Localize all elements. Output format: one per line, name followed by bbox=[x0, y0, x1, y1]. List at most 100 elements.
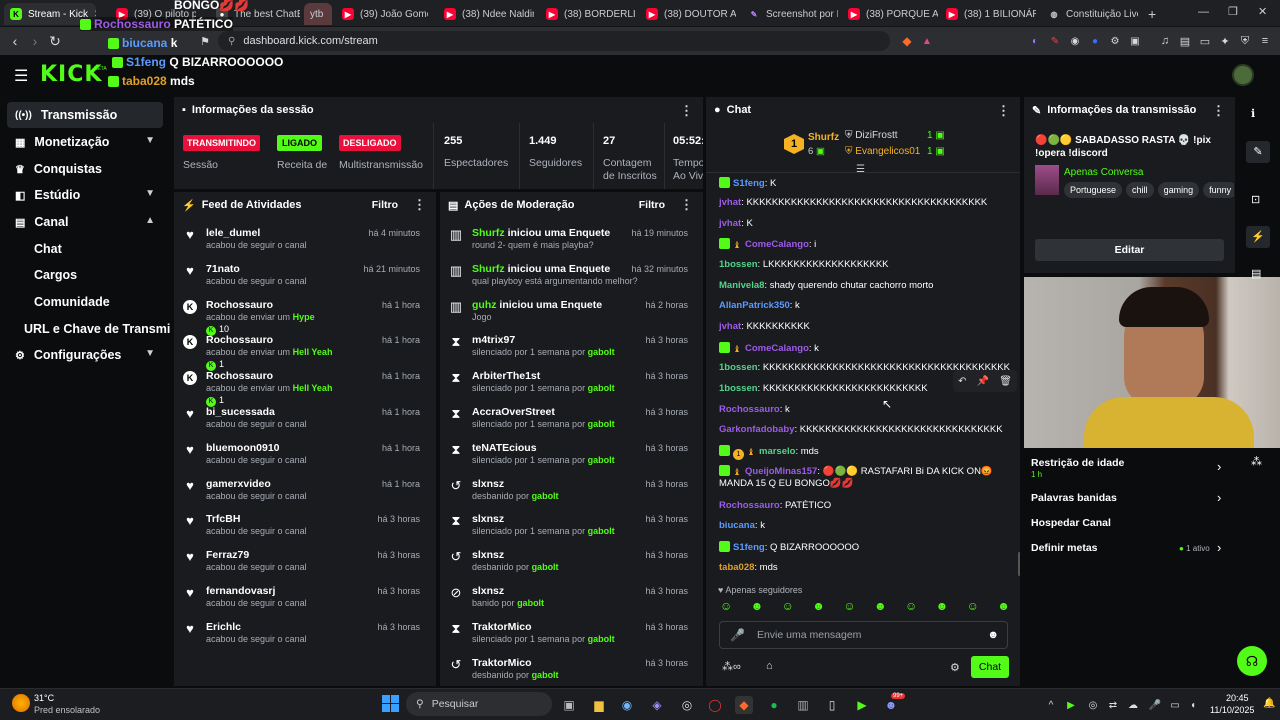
moderation-user[interactable]: m4trix97 bbox=[472, 334, 515, 346]
emote-icon[interactable]: ☺ bbox=[782, 599, 794, 615]
chat-message[interactable]: 1bossen: KKKKKKKKKKKKKKKKKKKKKKKKKKKKKKK… bbox=[719, 362, 1010, 374]
chat-username[interactable]: S1feng bbox=[733, 178, 765, 189]
more-options-icon[interactable]: ⋮ bbox=[680, 103, 693, 119]
chat-message[interactable]: jvhat: KKKKKKKKKKKKKKKKKKKKKKKKKKKKKKKKK… bbox=[719, 197, 987, 209]
activity-user[interactable]: gamerxvideo bbox=[206, 478, 271, 490]
chat-message[interactable]: Rochossauro: k bbox=[719, 404, 790, 416]
bolt-icon[interactable]: ⚡ bbox=[1246, 226, 1270, 248]
filter-button[interactable]: Filtro bbox=[639, 199, 665, 211]
file-explorer-icon[interactable]: ▆ bbox=[590, 696, 608, 714]
tray-app-icon[interactable]: ☁ bbox=[1124, 696, 1142, 714]
moderation-user[interactable]: TraktorMico bbox=[472, 621, 532, 633]
chat-message[interactable]: AllanPatrick350: k bbox=[719, 300, 800, 312]
chat-username[interactable]: jvhat bbox=[719, 197, 741, 208]
leo-icon[interactable]: ✦ bbox=[1216, 32, 1234, 50]
activity-user[interactable]: Erichlc bbox=[206, 621, 241, 633]
moderation-user[interactable]: TraktorMico bbox=[472, 657, 532, 669]
kick-studio-icon[interactable]: ▶ bbox=[853, 696, 871, 714]
expand-leaderboard-icon[interactable]: ☰ bbox=[856, 164, 865, 175]
tray-app-icon[interactable]: ⇄ bbox=[1104, 696, 1122, 714]
moderation-user[interactable]: Shurfz bbox=[472, 263, 505, 275]
activity-row[interactable]: K Rochossauro há 1 hora acabou de enviar um… bbox=[174, 366, 430, 408]
moderation-row[interactable]: ⧗ slxnsz há 3 horas silenciado por 1 semana… bbox=[440, 509, 698, 545]
chat-username[interactable]: 1bossen bbox=[719, 383, 758, 394]
forward-icon[interactable]: › bbox=[26, 32, 44, 50]
chat-message[interactable]: ♝ ComeCalango: k bbox=[719, 342, 819, 355]
pencil-icon[interactable]: ✎ bbox=[1246, 141, 1270, 163]
moderation-row[interactable]: ↺ slxnsz há 3 horas desbanido por gabolt bbox=[440, 545, 698, 581]
site-info-icon[interactable]: ⚲ bbox=[228, 36, 235, 47]
tab-youtube[interactable]: ▶ (38) PORQUE AVIÃ bbox=[842, 3, 938, 25]
chat-message[interactable]: 1 ♝ marselo: mds bbox=[719, 445, 819, 460]
moderation-row[interactable]: ⧗ ArbiterThe1st há 3 horas silenciado por 1… bbox=[440, 366, 698, 402]
emote-icon[interactable]: ☻ bbox=[936, 599, 949, 615]
activity-user[interactable]: fernandovasrj bbox=[206, 585, 275, 597]
chat-message[interactable]: 1bossen: KKKKKKKKKKKKKKKKKKKKKKKKKK bbox=[719, 383, 928, 395]
chat-input[interactable]: 🎤 Envie uma mensagem ☻ bbox=[719, 621, 1008, 649]
taskbar-search[interactable]: ⚲ Pesquisar bbox=[406, 692, 552, 716]
activity-row[interactable]: K Rochossauro há 1 hora acabou de enviar um… bbox=[174, 330, 430, 372]
moderator-name[interactable]: gabolt bbox=[532, 491, 559, 501]
moderation-user[interactable]: guhz bbox=[472, 299, 497, 311]
chat-username[interactable]: Manivela8 bbox=[719, 280, 764, 291]
chat-message[interactable]: jvhat: K bbox=[719, 218, 753, 230]
sidebar-item-monetizacao[interactable]: ▦ Monetização ▼ bbox=[7, 129, 163, 155]
chevron-up-icon[interactable]: ^ bbox=[1042, 696, 1060, 714]
chevron-right-icon[interactable]: › bbox=[1217, 459, 1221, 474]
tray-app-icon[interactable]: ▶ bbox=[1062, 696, 1080, 714]
emote-icon[interactable]: ☻ bbox=[812, 599, 825, 615]
emote-icon[interactable]: ☺ bbox=[720, 599, 732, 615]
activity-user[interactable]: Rochossauro bbox=[206, 299, 273, 311]
activity-user[interactable]: Rochossauro bbox=[206, 370, 273, 382]
sidebar-item-transmissao[interactable]: ((•)) Transmissão bbox=[7, 102, 163, 128]
chat-username[interactable]: S1feng bbox=[733, 542, 765, 553]
chat-username[interactable]: biucana bbox=[719, 520, 755, 531]
add-widget-icon[interactable]: ⁂ bbox=[1251, 455, 1262, 468]
emoji-icon[interactable]: ☻ bbox=[987, 629, 999, 641]
activity-row[interactable]: ♥ lele_dumel há 4 minutos acabou de seguir … bbox=[174, 223, 430, 259]
task-view-icon[interactable]: ▣ bbox=[560, 696, 578, 714]
chevron-right-icon[interactable]: › bbox=[1217, 540, 1221, 555]
sidebar-item-cargos[interactable]: Cargos bbox=[7, 262, 163, 288]
extension-icon[interactable]: ▣ bbox=[1126, 32, 1144, 50]
activity-row[interactable]: ♥ fernandovasrj há 3 horas acabou de seguir… bbox=[174, 581, 430, 617]
network-icon[interactable]: ▭ bbox=[1166, 696, 1184, 714]
moderation-user[interactable]: slxnsz bbox=[472, 585, 504, 597]
chevron-right-icon[interactable]: › bbox=[1217, 490, 1221, 505]
moderation-user[interactable]: teNATEcious bbox=[472, 442, 537, 454]
activity-row[interactable]: K Rochossauro há 1 hora acabou de enviar um… bbox=[174, 295, 430, 336]
chat-username[interactable]: Rochossauro bbox=[719, 500, 780, 511]
spotify-icon[interactable]: ● bbox=[765, 696, 783, 714]
chat-message[interactable]: Garkonfadobaby: KKKKKKKKKKKKKKKKKKKKKKKK… bbox=[719, 424, 1003, 436]
tab-youtube[interactable]: ▶ (38) DOUTOR AJUE bbox=[640, 3, 736, 25]
moderation-row[interactable]: ↺ slxnsz há 3 horas desbanido por gabolt bbox=[440, 474, 698, 510]
activity-row[interactable]: ♥ TrfcBH há 3 horas acabou de seguir o cana… bbox=[174, 509, 430, 545]
sidebar-item-comunidade[interactable]: Comunidade bbox=[7, 289, 163, 315]
app-icon[interactable]: ▥ bbox=[794, 696, 812, 714]
notifications-icon[interactable]: 🔔 bbox=[1263, 698, 1275, 709]
activity-row[interactable]: ♥ 71nato há 21 minutos acabou de seguir o c… bbox=[174, 259, 430, 295]
store-icon[interactable]: ⌂ bbox=[766, 660, 773, 672]
app-icon[interactable]: ◈ bbox=[648, 696, 666, 714]
new-tab-button[interactable]: + bbox=[1142, 3, 1162, 25]
activity-row[interactable]: ♥ gamerxvideo há 1 hora acabou de seguir o … bbox=[174, 474, 430, 510]
clock-date[interactable]: 11/10/2025 bbox=[1210, 705, 1254, 715]
moderator-name[interactable]: gabolt bbox=[588, 634, 615, 644]
filter-button[interactable]: Filtro bbox=[372, 199, 398, 211]
chat-username[interactable]: AllanPatrick350 bbox=[719, 300, 790, 311]
brave-shield-icon[interactable]: ◆ bbox=[898, 32, 916, 50]
back-icon[interactable]: ‹ bbox=[6, 32, 24, 50]
emote-icon[interactable]: ☻ bbox=[997, 599, 1010, 615]
moderator-name[interactable]: gabolt bbox=[588, 383, 615, 393]
wallet-icon[interactable]: ▭ bbox=[1196, 32, 1214, 50]
moderation-user[interactable]: ArbiterThe1st bbox=[472, 370, 540, 382]
avatar[interactable] bbox=[1232, 64, 1254, 86]
emote-icon[interactable]: ☻ bbox=[751, 599, 764, 615]
extension-icon[interactable]: ⚙ bbox=[1106, 32, 1124, 50]
extension-icon[interactable]: ✎ bbox=[1046, 32, 1064, 50]
restore-icon[interactable]: ❐ bbox=[1228, 5, 1238, 18]
chat-username[interactable]: Garkonfadobaby bbox=[719, 424, 795, 435]
moderation-row[interactable]: ⊘ slxnsz há 3 horas banido por gabolt bbox=[440, 581, 698, 617]
activity-row[interactable]: ♥ Erichlc há 3 horas acabou de seguir o can… bbox=[174, 617, 430, 653]
category-thumbnail[interactable] bbox=[1035, 165, 1059, 195]
